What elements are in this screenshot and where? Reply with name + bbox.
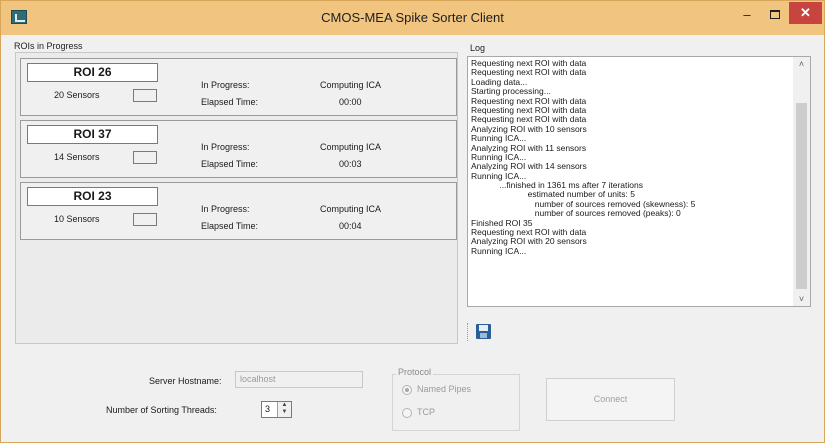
scroll-up-icon[interactable]: ˄ — [793, 57, 810, 71]
radio-icon — [402, 407, 412, 418]
elapsed-time-label: Elapsed Time: — [201, 159, 259, 169]
roi-name: ROI 23 — [27, 187, 158, 206]
server-hostname-field[interactable]: localhost — [235, 371, 363, 388]
protocol-option-label: TCP — [417, 407, 435, 417]
server-hostname-label: Server Hostname: — [149, 376, 222, 386]
toolbar-grip — [467, 323, 470, 341]
roi-name: ROI 37 — [27, 125, 158, 144]
log-group-label: Log — [470, 43, 486, 53]
roi-status: Computing ICA — [320, 80, 382, 90]
log-textbox[interactable]: Requesting next ROI with data Requesting … — [467, 56, 811, 307]
protocol-option-label: Named Pipes — [417, 384, 472, 394]
scroll-down-icon[interactable]: ˅ — [793, 292, 810, 306]
log-scrollbar[interactable]: ˄ ˅ — [793, 57, 810, 306]
connection-settings: Server Hostname: localhost Number of Sor… — [2, 349, 823, 442]
roi-name: ROI 26 — [27, 63, 158, 82]
in-progress-label: In Progress: — [201, 142, 250, 152]
window-title: CMOS-MEA Spike Sorter Client — [321, 10, 504, 25]
connect-button[interactable]: Connect — [546, 378, 675, 421]
roi-card: ROI 37 14 Sensors In Progress: Elapsed T… — [20, 120, 457, 178]
minimize-button[interactable]: – — [733, 4, 761, 26]
sorting-threads-label: Number of Sorting Threads: — [106, 405, 217, 415]
log-toolbar — [467, 319, 493, 345]
rois-group-label: ROIs in Progress — [14, 41, 83, 51]
roi-status: Computing ICA — [320, 204, 382, 214]
radio-selected-icon — [402, 384, 412, 395]
roi-list-panel[interactable]: ROI 26 20 Sensors In Progress: Elapsed T… — [15, 52, 458, 344]
protocol-group — [392, 374, 520, 431]
roi-elapsed: 00:00 — [339, 97, 362, 107]
scroll-thumb[interactable] — [796, 103, 807, 289]
roi-elapsed: 00:04 — [339, 221, 362, 231]
close-button[interactable]: ✕ — [789, 2, 822, 24]
elapsed-time-label: Elapsed Time: — [201, 97, 259, 107]
protocol-option-tcp[interactable]: TCP — [402, 407, 435, 418]
roi-card: ROI 26 20 Sensors In Progress: Elapsed T… — [20, 58, 457, 116]
roi-status: Computing ICA — [320, 142, 382, 152]
log-lines: Requesting next ROI with data Requesting … — [471, 58, 791, 256]
log-line: Running ICA... — [471, 245, 527, 256]
sorting-threads-stepper[interactable]: ▲ ▼ — [277, 402, 291, 417]
roi-color-swatch — [133, 151, 157, 164]
floppy-disk-icon[interactable] — [476, 324, 491, 339]
roi-sensor-count: 20 Sensors — [54, 90, 100, 100]
roi-card: ROI 23 10 Sensors In Progress: Elapsed T… — [20, 182, 457, 240]
in-progress-label: In Progress: — [201, 80, 250, 90]
maximize-button[interactable] — [761, 4, 789, 26]
protocol-option-named-pipes[interactable]: Named Pipes — [402, 384, 471, 395]
roi-color-swatch — [133, 89, 157, 102]
roi-sensor-count: 10 Sensors — [54, 214, 100, 224]
main-window: CMOS-MEA Spike Sorter Client – ✕ ROIs in… — [0, 0, 825, 443]
maximize-icon — [770, 9, 780, 19]
elapsed-time-label: Elapsed Time: — [201, 221, 259, 231]
roi-sensor-count: 14 Sensors — [54, 152, 100, 162]
roi-elapsed: 00:03 — [339, 159, 362, 169]
in-progress-label: In Progress: — [201, 204, 250, 214]
protocol-label: Protocol — [396, 367, 434, 377]
roi-color-swatch — [133, 213, 157, 226]
title-bar[interactable]: CMOS-MEA Spike Sorter Client – ✕ — [1, 1, 824, 35]
